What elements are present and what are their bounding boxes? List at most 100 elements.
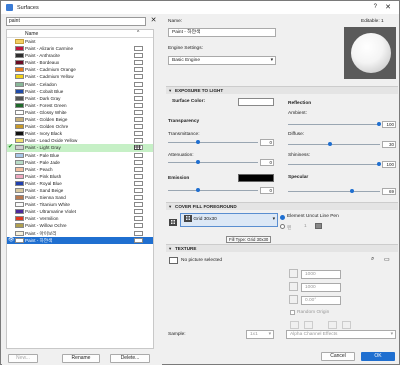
color-swatch (15, 138, 24, 144)
cancel-button[interactable]: Cancel (321, 352, 355, 361)
color-swatch (15, 216, 24, 222)
list-item[interactable]: ✔ Paint - Light Gray (7, 144, 153, 152)
emission-slider[interactable] (168, 188, 258, 192)
specular-slider[interactable] (288, 189, 380, 193)
attenuation-slider-handle[interactable] (196, 160, 200, 164)
list-item[interactable]: Paint - Lead Oxide Yellow (7, 137, 153, 144)
surface-list[interactable]: Name ^ Paint Paint - Alizarin Carmine Pai… (6, 29, 154, 349)
list-item[interactable]: Paint - Golden Beige (7, 116, 153, 123)
texture-height-field[interactable]: 1000 (301, 283, 341, 292)
alpha-channel-dropdown[interactable]: Alpha Channel Effects (286, 330, 396, 339)
rename-button[interactable]: Rename (62, 354, 100, 363)
list-item[interactable]: Paint - Golden Ochre (7, 123, 153, 130)
list-item[interactable]: Paint - Alizarin Carmine (7, 45, 153, 52)
list-item[interactable]: Paint - 아이보리 (7, 230, 153, 237)
fill-type-dropdown[interactable]: Grid 30x30 (180, 213, 278, 227)
random-origin-checkbox[interactable] (290, 310, 295, 315)
pen-color-swatch[interactable] (315, 223, 322, 229)
list-item-label: Paint - Sienna Sand (25, 195, 66, 201)
section-texture[interactable]: TEXTURE (166, 244, 398, 252)
engine-settings-dropdown[interactable]: Basic Engine (168, 56, 276, 65)
folder-label: Paint (25, 39, 36, 44)
column-name-header[interactable]: Name (25, 31, 38, 37)
fill-indicator (134, 159, 143, 165)
list-item[interactable]: Paint - Peach (7, 166, 153, 173)
specular-value[interactable]: 69 (382, 188, 396, 195)
diffuse-slider[interactable] (288, 142, 380, 146)
list-item[interactable]: Paint - Ivory Black (7, 130, 153, 137)
list-item-label: Paint - Titanium White (25, 202, 70, 208)
clear-search-button[interactable]: ✕ (149, 17, 158, 26)
list-item[interactable]: Paint - Glossy White (7, 109, 153, 116)
sort-chevron-icon[interactable]: ^ (137, 30, 139, 36)
list-item[interactable]: Paint - Dark Gray (7, 95, 153, 102)
pen-radio-selected[interactable] (280, 215, 285, 220)
section-exposure-to-light[interactable]: EXPOSURE TO LIGHT (166, 86, 398, 94)
list-item[interactable]: Paint - Ultramarine Violet (7, 208, 153, 215)
emission-slider-handle[interactable] (196, 188, 200, 192)
color-swatch (15, 88, 24, 94)
fill-indicator (134, 60, 143, 66)
emission-color-swatch[interactable] (238, 174, 274, 182)
texture-angle-field[interactable]: 0.00° (301, 296, 341, 305)
specular-slider-handle[interactable] (350, 189, 354, 193)
open-folder-icon[interactable]: ▭ (384, 256, 390, 263)
diffuse-slider-handle[interactable] (328, 142, 332, 146)
color-swatch (15, 131, 24, 137)
eye-icon[interactable]: 👁 (8, 237, 14, 244)
list-item[interactable]: Paint - Pink Blush (7, 173, 153, 180)
transmittance-value[interactable]: 0 (260, 139, 274, 146)
list-item[interactable]: Paint - Vermilion (7, 215, 153, 222)
list-item[interactable]: Paint - Anthracite (7, 52, 153, 59)
shininess-slider-handle[interactable] (377, 162, 381, 166)
sample-dropdown[interactable]: 1x1 (246, 330, 274, 339)
shininess-slider[interactable] (288, 162, 381, 166)
list-item[interactable]: Paint - Cadmium Orange (7, 66, 153, 73)
attenuation-value[interactable]: 0 (260, 159, 274, 166)
help-button[interactable]: ? (374, 4, 377, 10)
list-item[interactable]: Paint - Titanium White (7, 201, 153, 208)
list-item[interactable]: Paint - Sand Beige (7, 187, 153, 194)
list-item-label: Paint - Royal Blue (25, 180, 62, 186)
rotate-icon[interactable] (328, 321, 337, 329)
search-texture-icon[interactable]: ⌕ (371, 256, 374, 263)
list-item[interactable]: Paint - Forest Green (7, 102, 153, 109)
surface-name-field[interactable]: Paint - 하얀색 (168, 28, 276, 37)
texture-width-field[interactable]: 1000 (301, 270, 341, 279)
list-item[interactable]: Paint - Sienna Sand (7, 194, 153, 201)
search-input[interactable]: paint (6, 17, 146, 26)
ambient-slider-handle[interactable] (377, 122, 381, 126)
emission-value[interactable]: 0 (260, 187, 274, 194)
surface-color-swatch[interactable] (238, 98, 274, 106)
mirror-y-icon[interactable] (304, 321, 313, 329)
pen-number: 1 (304, 224, 307, 229)
transmittance-slider-handle[interactable] (196, 140, 200, 144)
shininess-value[interactable]: 100 (382, 161, 396, 168)
pen-radio-unselected[interactable] (280, 224, 285, 229)
ok-button[interactable]: OK (361, 352, 395, 361)
diffuse-value[interactable]: 30 (382, 141, 396, 148)
list-item[interactable]: Paint - Royal Blue (7, 180, 153, 187)
attenuation-slider[interactable] (168, 160, 258, 164)
list-item[interactable]: 👁 Paint - 하얀색 (7, 236, 153, 244)
folder-row[interactable]: Paint (7, 38, 153, 45)
ambient-slider[interactable] (288, 122, 381, 126)
new-button[interactable]: New... (8, 354, 38, 363)
list-item-label: Paint - Pale Blue (25, 152, 60, 158)
list-item[interactable]: Paint - Bordeaux (7, 59, 153, 66)
list-item[interactable]: Paint - Pale Blue (7, 152, 153, 159)
close-button[interactable]: ✕ (385, 3, 391, 11)
list-item[interactable]: Paint - Cobalt Blue (7, 88, 153, 95)
mirror-x-icon[interactable] (290, 321, 299, 329)
list-item-label: Paint - Ultramarine Violet (25, 209, 76, 215)
flip-icon[interactable] (342, 321, 351, 329)
list-item-label: Paint - Pale Jade (25, 159, 60, 165)
section-cover-fill-foreground[interactable]: COVER FILL FOREGROUND (166, 202, 398, 210)
ambient-value[interactable]: 100 (382, 121, 396, 128)
delete-button[interactable]: Delete... (110, 354, 150, 363)
list-item[interactable]: Paint - Willow Ochre (7, 222, 153, 229)
list-item[interactable]: Paint - Celadon (7, 81, 153, 88)
list-item[interactable]: Paint - Cadmium Yellow (7, 73, 153, 80)
transmittance-slider[interactable] (168, 140, 258, 144)
list-item[interactable]: Paint - Pale Jade (7, 159, 153, 166)
